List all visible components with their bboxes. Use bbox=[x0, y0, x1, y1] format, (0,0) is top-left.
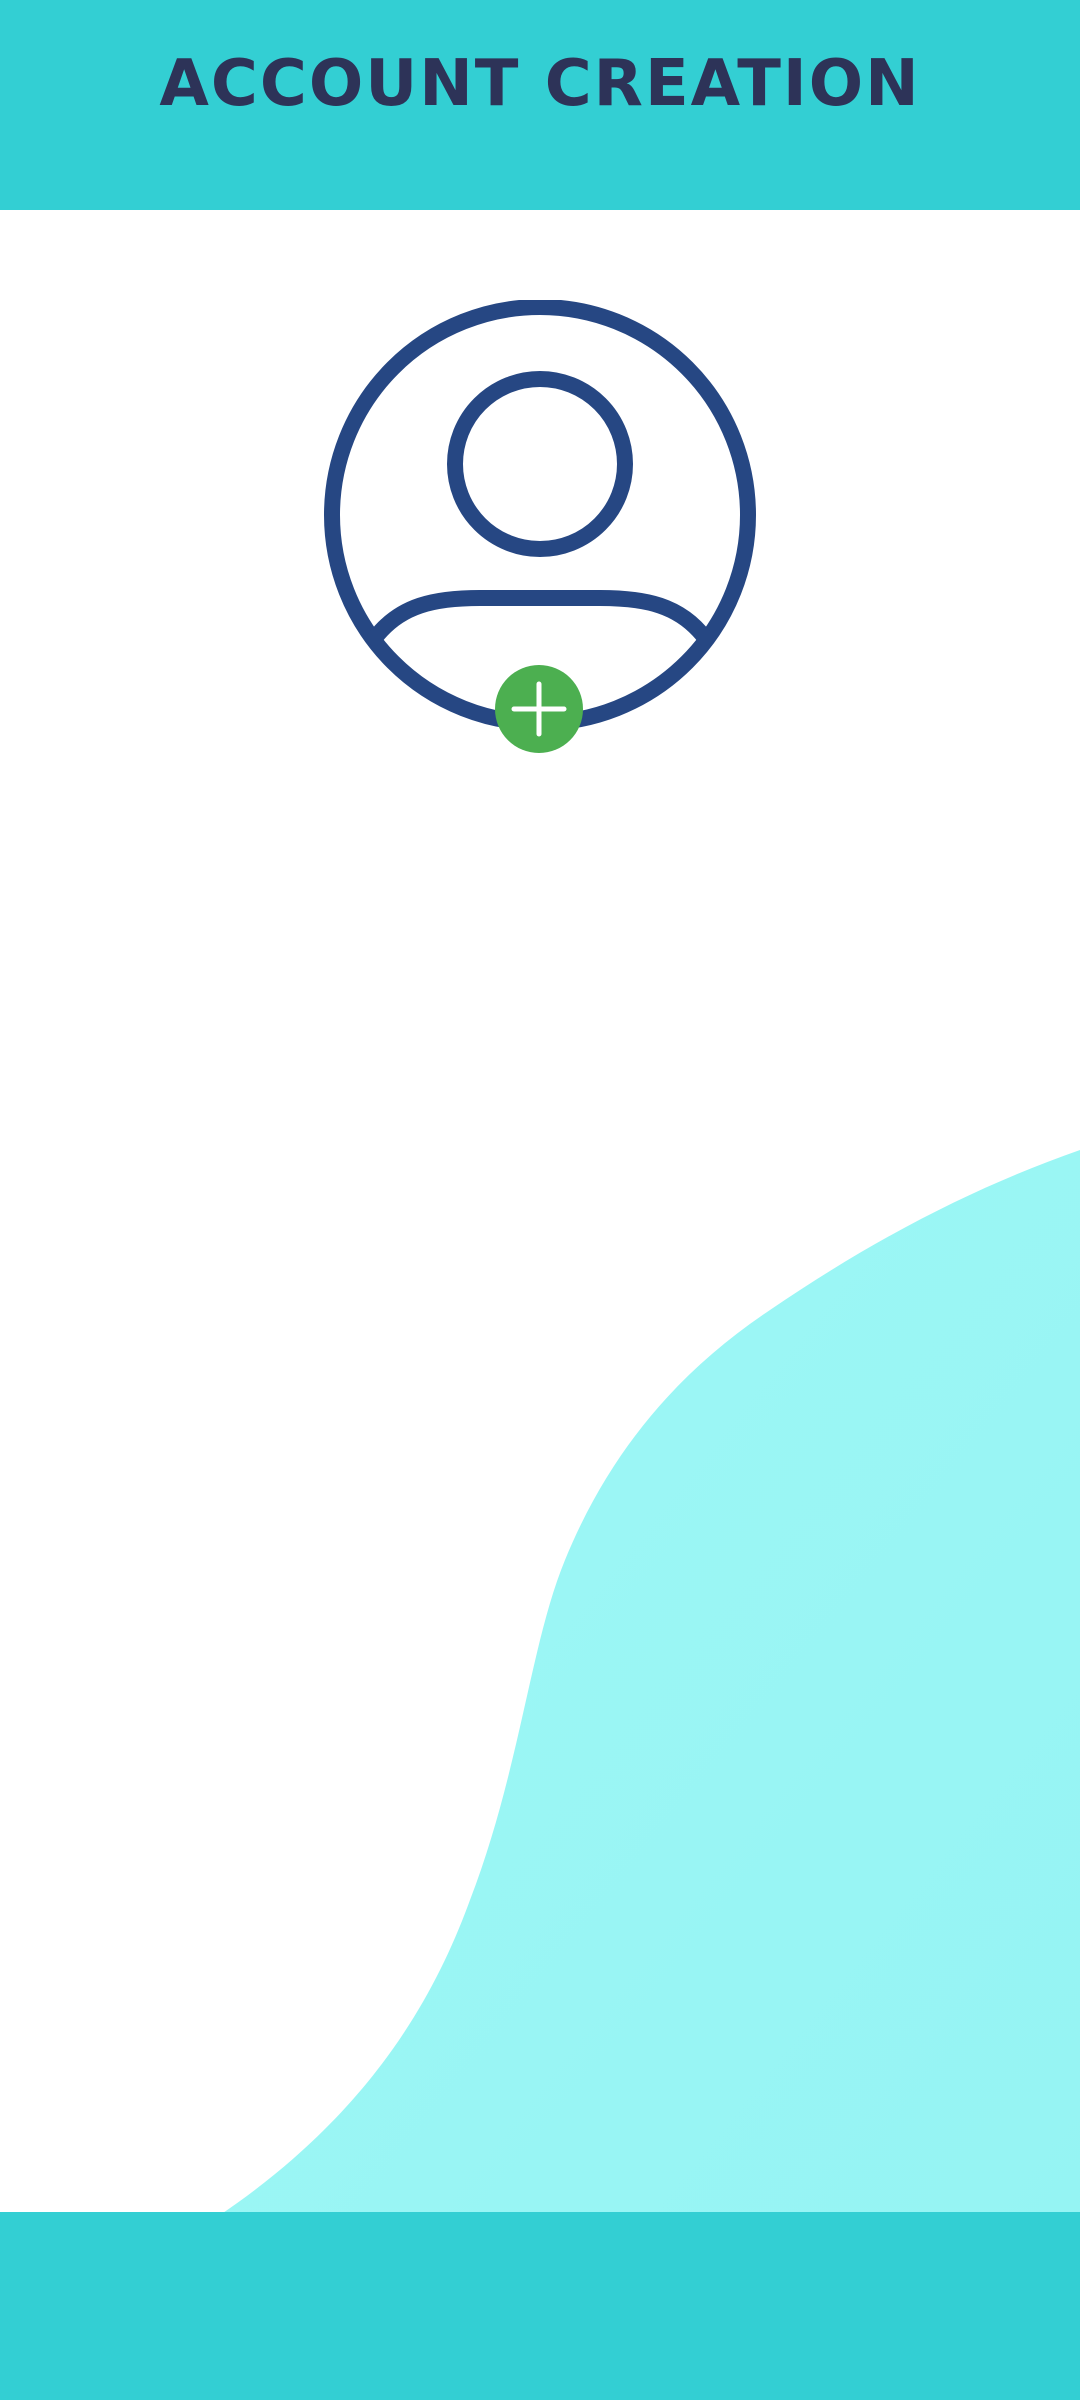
app-footer bbox=[0, 2212, 1080, 2400]
account-creation-screen: ACCOUNT CREATION bbox=[0, 0, 1080, 2400]
page-title: ACCOUNT CREATION bbox=[159, 46, 921, 121]
app-header: ACCOUNT CREATION bbox=[0, 0, 1080, 210]
plus-icon bbox=[511, 681, 567, 737]
add-photo-button[interactable] bbox=[495, 665, 583, 753]
